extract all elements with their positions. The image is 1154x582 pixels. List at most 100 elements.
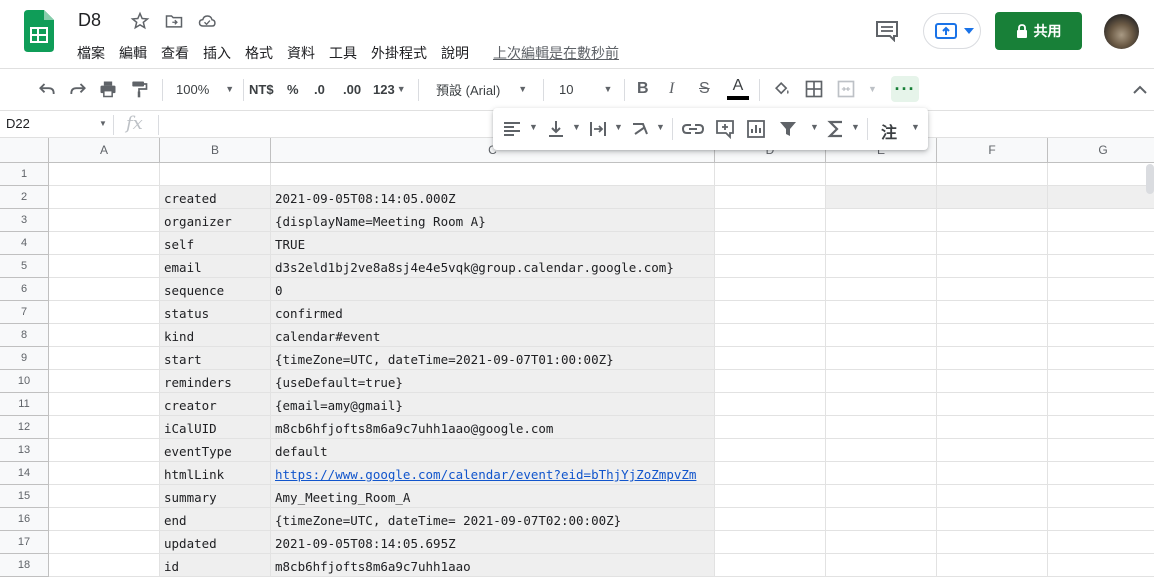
- vertical-scrollbar[interactable]: [1146, 164, 1154, 194]
- caret-down-icon[interactable]: ▼: [911, 122, 920, 132]
- fill-color-icon[interactable]: [771, 79, 793, 99]
- cell-g1[interactable]: [1048, 163, 1154, 186]
- cell-e14[interactable]: [826, 462, 937, 485]
- row-header[interactable]: 11: [0, 393, 49, 416]
- row-header[interactable]: 14: [0, 462, 49, 485]
- caret-down-icon[interactable]: ▼: [614, 122, 623, 132]
- cell-g6[interactable]: [1048, 278, 1154, 301]
- row-header[interactable]: 13: [0, 439, 49, 462]
- sheets-logo-icon[interactable]: [24, 10, 54, 52]
- cell-a12[interactable]: [49, 416, 160, 439]
- more-options-button[interactable]: ···: [891, 76, 919, 102]
- more-formats-button[interactable]: 123 ▼: [373, 69, 406, 109]
- row-header[interactable]: 18: [0, 554, 49, 577]
- row-header[interactable]: 17: [0, 531, 49, 554]
- cell-e6[interactable]: [826, 278, 937, 301]
- cloud-status-icon[interactable]: [196, 11, 218, 31]
- cell-a6[interactable]: [49, 278, 160, 301]
- cell-e13[interactable]: [826, 439, 937, 462]
- caret-down-icon[interactable]: ▼: [868, 69, 877, 109]
- cell-d1[interactable]: [715, 163, 826, 186]
- row-header[interactable]: 4: [0, 232, 49, 255]
- percent-format-button[interactable]: %: [287, 69, 299, 109]
- menu-help[interactable]: 說明: [441, 43, 469, 63]
- cell-e4[interactable]: [826, 232, 937, 255]
- column-header-f[interactable]: F: [937, 138, 1048, 163]
- row-header[interactable]: 9: [0, 347, 49, 370]
- cell-c4[interactable]: TRUE: [271, 232, 715, 255]
- cell-g18[interactable]: [1048, 554, 1154, 577]
- cell-b1[interactable]: [160, 163, 271, 186]
- cell-e12[interactable]: [826, 416, 937, 439]
- decrease-decimal-button[interactable]: .0: [314, 69, 325, 109]
- text-color-button[interactable]: A: [727, 69, 749, 109]
- cell-c2[interactable]: 2021-09-05T08:14:05.000Z: [271, 186, 715, 209]
- select-all-corner[interactable]: [0, 138, 49, 163]
- cell-a2[interactable]: [49, 186, 160, 209]
- cell-f15[interactable]: [937, 485, 1048, 508]
- cell-c15[interactable]: Amy_Meeting_Room_A: [271, 485, 715, 508]
- functions-sigma-icon[interactable]: [827, 119, 845, 139]
- font-family-select[interactable]: 預設 (Arial) ▼: [436, 69, 527, 109]
- cell-d5[interactable]: [715, 255, 826, 278]
- cell-a10[interactable]: [49, 370, 160, 393]
- caret-down-icon[interactable]: ▼: [656, 122, 665, 132]
- cell-d7[interactable]: [715, 301, 826, 324]
- cell-e3[interactable]: [826, 209, 937, 232]
- cell-c7[interactable]: confirmed: [271, 301, 715, 324]
- cell-b3[interactable]: organizer: [160, 209, 271, 232]
- cell-b7[interactable]: status: [160, 301, 271, 324]
- cell-b8[interactable]: kind: [160, 324, 271, 347]
- cell-g9[interactable]: [1048, 347, 1154, 370]
- cell-f5[interactable]: [937, 255, 1048, 278]
- cell-g2[interactable]: [1048, 186, 1154, 209]
- present-button[interactable]: [923, 13, 981, 49]
- menu-insert[interactable]: 插入: [203, 43, 231, 63]
- cell-g3[interactable]: [1048, 209, 1154, 232]
- menu-format[interactable]: 格式: [245, 43, 273, 63]
- cell-c18[interactable]: m8cb6hfjofts8m6a9c7uhh1aao: [271, 554, 715, 577]
- cell-d16[interactable]: [715, 508, 826, 531]
- caret-down-icon[interactable]: ▼: [810, 122, 819, 132]
- cell-f12[interactable]: [937, 416, 1048, 439]
- cell-g8[interactable]: [1048, 324, 1154, 347]
- cell-c14[interactable]: https://www.google.com/calendar/event?ei…: [271, 462, 715, 485]
- cell-g10[interactable]: [1048, 370, 1154, 393]
- cell-a5[interactable]: [49, 255, 160, 278]
- row-header[interactable]: 7: [0, 301, 49, 324]
- column-header-g[interactable]: G: [1048, 138, 1154, 163]
- formula-input[interactable]: [166, 117, 486, 135]
- cell-e2[interactable]: [826, 186, 937, 209]
- cell-c11[interactable]: {email=amy@gmail}: [271, 393, 715, 416]
- cell-c13[interactable]: default: [271, 439, 715, 462]
- name-box[interactable]: D22: [6, 116, 30, 131]
- menu-view[interactable]: 查看: [161, 43, 189, 63]
- strikethrough-button[interactable]: S: [699, 69, 710, 109]
- redo-icon[interactable]: [67, 79, 89, 99]
- cell-g11[interactable]: [1048, 393, 1154, 416]
- cell-d15[interactable]: [715, 485, 826, 508]
- cell-b5[interactable]: email: [160, 255, 271, 278]
- menu-edit[interactable]: 編輯: [119, 43, 147, 63]
- cell-a16[interactable]: [49, 508, 160, 531]
- currency-format-button[interactable]: NT$: [249, 69, 274, 109]
- cell-e11[interactable]: [826, 393, 937, 416]
- cell-f10[interactable]: [937, 370, 1048, 393]
- filter-icon[interactable]: [778, 119, 798, 139]
- cell-b15[interactable]: summary: [160, 485, 271, 508]
- cell-f11[interactable]: [937, 393, 1048, 416]
- cell-f9[interactable]: [937, 347, 1048, 370]
- cell-e8[interactable]: [826, 324, 937, 347]
- cell-g12[interactable]: [1048, 416, 1154, 439]
- borders-icon[interactable]: [803, 79, 825, 99]
- cell-d18[interactable]: [715, 554, 826, 577]
- column-header-a[interactable]: A: [49, 138, 160, 163]
- cell-a11[interactable]: [49, 393, 160, 416]
- cell-f2[interactable]: [937, 186, 1048, 209]
- row-header[interactable]: 6: [0, 278, 49, 301]
- cell-f13[interactable]: [937, 439, 1048, 462]
- paint-format-icon[interactable]: [128, 79, 150, 99]
- comment-history-icon[interactable]: [874, 20, 900, 42]
- undo-icon[interactable]: [36, 79, 58, 99]
- cell-g16[interactable]: [1048, 508, 1154, 531]
